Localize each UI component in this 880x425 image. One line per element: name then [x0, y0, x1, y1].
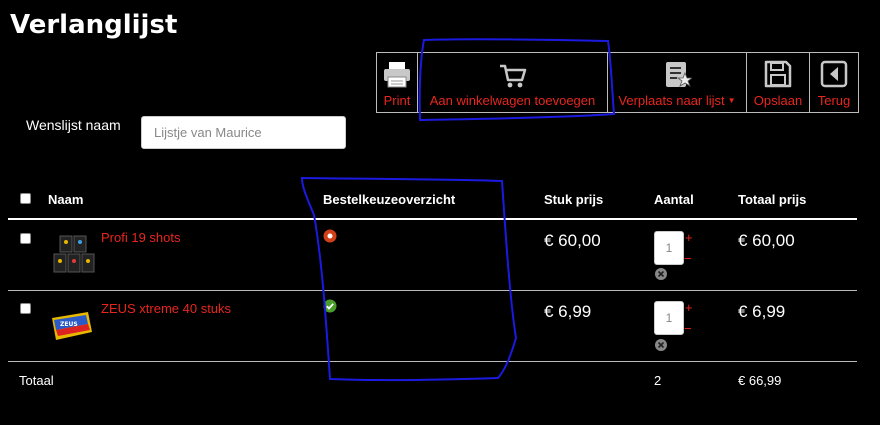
- status-unavailable-icon: [323, 229, 337, 243]
- total-price: € 66,99: [738, 373, 782, 388]
- cart-icon: [499, 64, 526, 88]
- page-title: Verlanglijst: [10, 10, 178, 40]
- save-button[interactable]: Opslaan: [747, 53, 810, 112]
- column-header-quantity: Aantal: [654, 192, 694, 207]
- quantity-increase-button[interactable]: +: [685, 231, 693, 244]
- remove-icon[interactable]: [655, 339, 667, 351]
- product-image: ZEUS: [52, 312, 92, 340]
- quantity-increase-button[interactable]: +: [685, 301, 693, 314]
- quantity-decrease-button[interactable]: −: [684, 322, 692, 335]
- back-label: Terug: [817, 93, 851, 108]
- select-all-checkbox[interactable]: [20, 193, 31, 204]
- total-label: Totaal: [19, 373, 54, 388]
- list-icon: [666, 62, 692, 87]
- unit-price: € 60,00: [544, 231, 601, 250]
- row-total-price: € 60,00: [738, 231, 795, 250]
- add-to-cart-label: Aan winkelwagen toevoegen: [429, 93, 596, 108]
- column-header-unit-price: Stuk prijs: [544, 192, 604, 207]
- header-divider: [8, 218, 857, 220]
- row-divider: [8, 361, 857, 362]
- quantity-input[interactable]: 1: [654, 231, 684, 265]
- product-name-link[interactable]: ZEUS xtreme 40 stuks: [101, 301, 231, 316]
- move-to-list-label: Verplaats naar lijst: [618, 93, 725, 108]
- product-name-link[interactable]: Profi 19 shots: [101, 230, 181, 245]
- total-quantity: 2: [654, 373, 662, 388]
- wishlist-toolbar: Print Aan winkelwagen toevoegen Verplaat…: [376, 52, 859, 113]
- row-checkbox[interactable]: [20, 233, 31, 244]
- save-label: Opslaan: [753, 93, 803, 108]
- quantity-decrease-button[interactable]: −: [684, 252, 692, 265]
- caret-down-icon: ▼: [727, 96, 736, 105]
- column-header-name: Naam: [48, 192, 84, 207]
- status-available-icon: [323, 299, 337, 313]
- move-to-list-dropdown[interactable]: Verplaats naar lijst ▼: [608, 53, 747, 112]
- row-divider: [8, 290, 857, 291]
- unit-price: € 6,99: [544, 302, 592, 321]
- row-checkbox[interactable]: [20, 303, 31, 314]
- wishlist-name-label: Wenslijst naam: [26, 117, 121, 133]
- floppy-disk-icon: [764, 60, 792, 88]
- column-header-overview: Bestelkeuzeoverzicht: [323, 192, 456, 207]
- remove-icon[interactable]: [655, 268, 667, 280]
- print-button[interactable]: Print: [377, 53, 418, 112]
- back-arrow-icon: [820, 60, 848, 88]
- back-button[interactable]: Terug: [810, 53, 858, 112]
- quantity-input[interactable]: 1: [654, 301, 684, 335]
- column-header-total-price: Totaal prijs: [738, 192, 807, 207]
- print-label: Print: [383, 93, 411, 108]
- svg-text:ZEUS: ZEUS: [60, 321, 78, 328]
- wishlist-name-input[interactable]: [141, 116, 346, 149]
- annotation-around-overview-column: [300, 176, 518, 382]
- add-to-cart-button[interactable]: Aan winkelwagen toevoegen: [418, 53, 608, 112]
- move-to-list-label-wrap: Verplaats naar lijst ▼: [618, 93, 735, 108]
- row-total-price: € 6,99: [738, 302, 786, 321]
- product-image: [53, 235, 95, 273]
- printer-icon: [384, 62, 410, 88]
